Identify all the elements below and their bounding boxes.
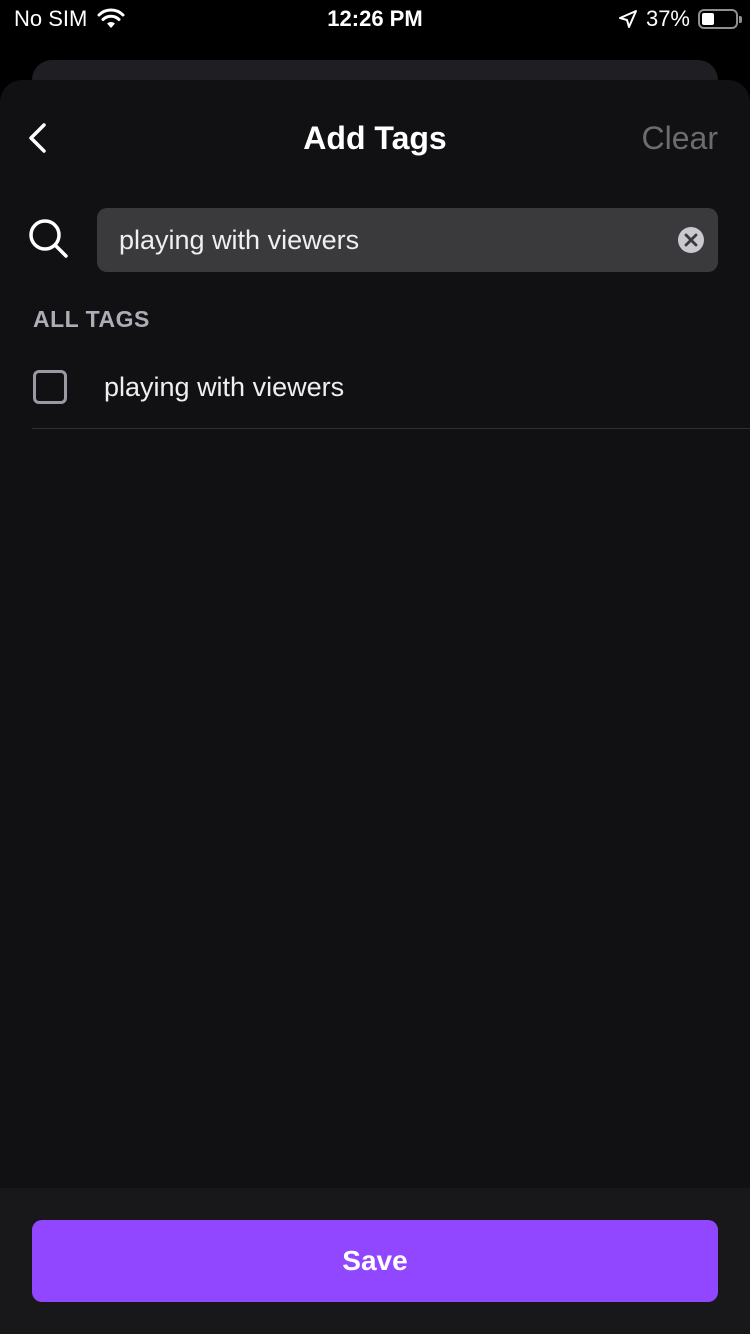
battery-cap: [739, 16, 742, 23]
tag-label: playing with viewers: [104, 372, 345, 402]
clear-button[interactable]: Clear: [642, 116, 718, 160]
clear-circle-icon[interactable]: [678, 227, 704, 253]
battery-percent: 37%: [645, 6, 690, 31]
tag-list-item[interactable]: playing with viewers: [32, 350, 750, 429]
add-tags-sheet: Add Tags Clear ALL TAGS playing with vie…: [0, 80, 750, 1334]
tag-checkbox[interactable]: [33, 370, 67, 404]
section-header-all-tags: ALL TAGS: [33, 306, 150, 332]
battery-icon: [698, 9, 742, 29]
search-icon: [29, 219, 68, 258]
status-right: 37%: [618, 6, 742, 32]
page-title: Add Tags: [303, 120, 447, 156]
battery-level: [702, 13, 714, 25]
status-bar: No SIM 12:26 PM 37%: [0, 0, 750, 42]
location-arrow-icon: [618, 10, 637, 28]
search-input[interactable]: [119, 208, 659, 272]
search-field[interactable]: [97, 208, 718, 272]
save-button[interactable]: Save: [32, 1220, 718, 1302]
